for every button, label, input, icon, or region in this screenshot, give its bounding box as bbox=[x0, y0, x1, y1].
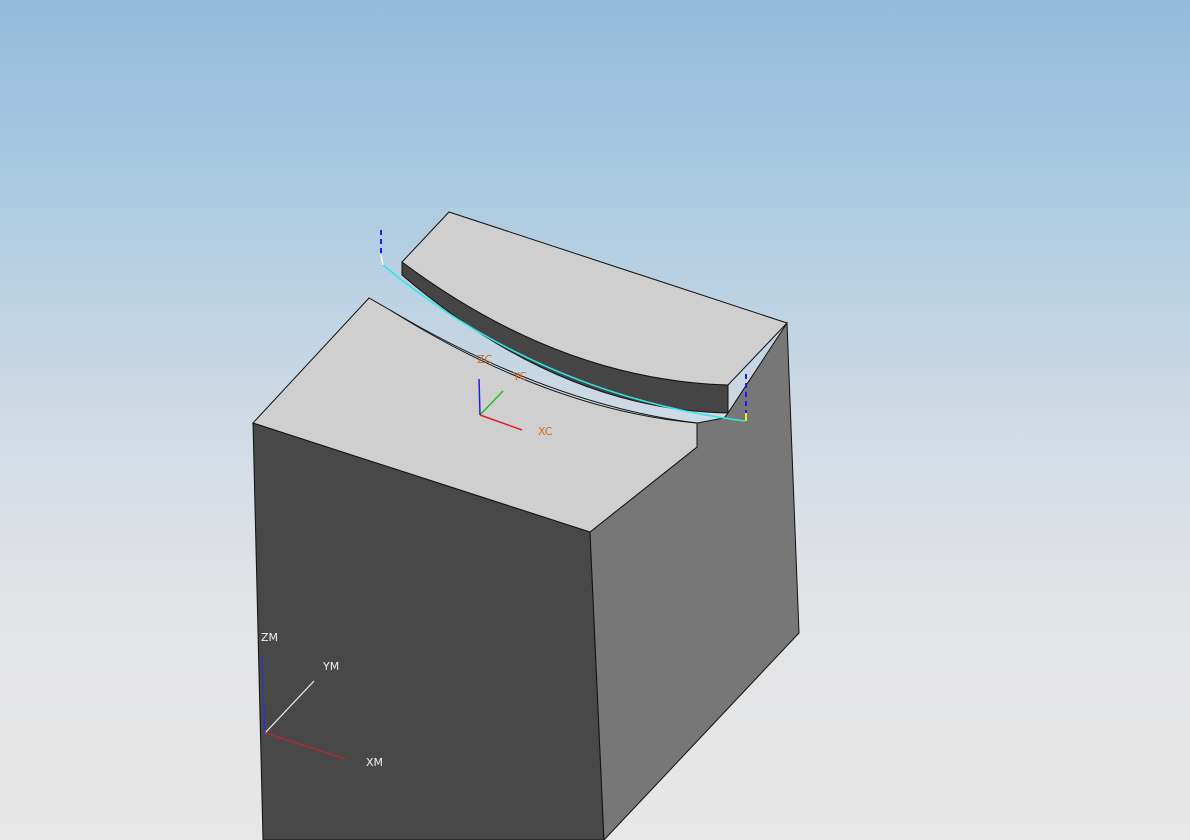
absolute-csys-y-label: YM bbox=[322, 660, 339, 673]
graphics-viewport[interactable]: XC YC ZC XM YM ZM bbox=[0, 0, 1190, 840]
3d-scene[interactable]: XC YC ZC XM YM ZM bbox=[0, 0, 1190, 840]
absolute-csys-z-label: ZM bbox=[261, 631, 278, 644]
toolpath-approach-start[interactable] bbox=[380, 254, 384, 266]
work-csys-x-label: XC bbox=[538, 425, 553, 438]
work-csys-y-label: YC bbox=[512, 370, 527, 383]
work-csys-z-axis bbox=[478, 378, 481, 416]
work-csys-z-label: ZC bbox=[477, 353, 493, 366]
absolute-csys-x-label: XM bbox=[366, 756, 383, 769]
